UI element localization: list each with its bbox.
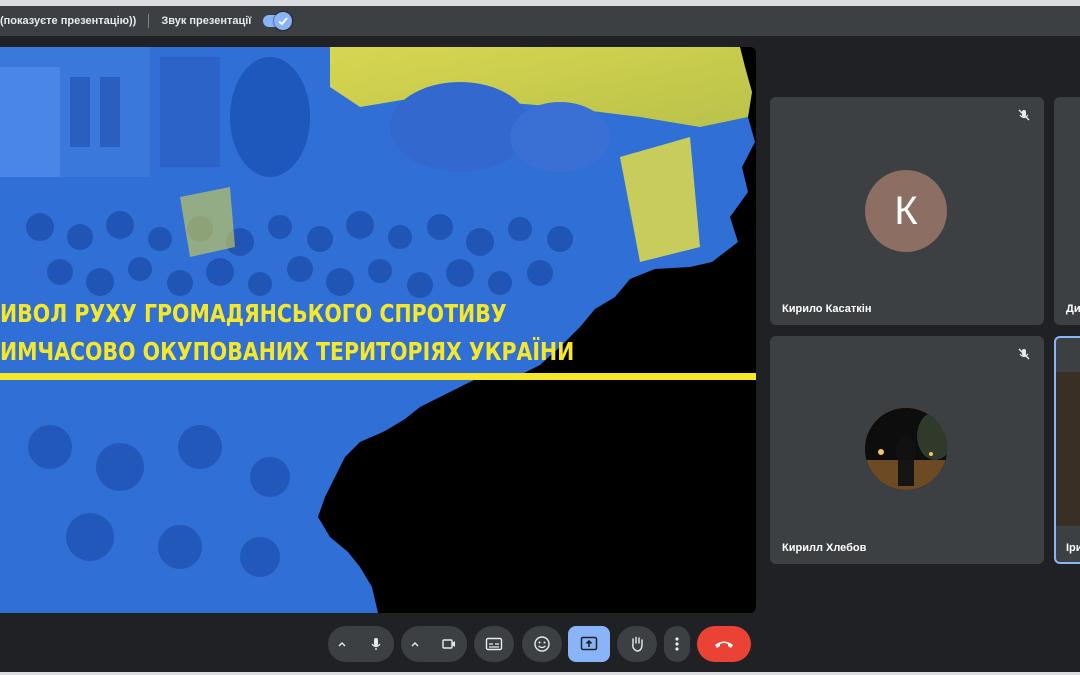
slide-title-line-1: ИВОЛ РУХУ ГРОМАДЯНСЬКОГО СПРОТИВУ	[0, 299, 507, 328]
participant-name: Іри	[1066, 542, 1080, 554]
presentation-bar: (показуєте презентацію)) Звук презентаці…	[0, 6, 1080, 36]
present-now-button[interactable]	[568, 626, 610, 662]
presentation-sound-toggle[interactable]	[263, 12, 293, 30]
participant-name: Кирилл Хлебов	[782, 542, 867, 554]
divider	[148, 14, 150, 28]
avatar	[865, 408, 947, 490]
participant-name: Кирило Касаткін	[782, 303, 872, 315]
camera-button[interactable]	[431, 626, 467, 662]
participant-name: Ди	[1066, 303, 1080, 315]
mic-options-button[interactable]	[328, 626, 356, 662]
mic-off-icon	[1014, 344, 1034, 364]
more-vert-icon	[675, 637, 679, 651]
mic-button[interactable]	[358, 626, 394, 662]
check-icon	[274, 12, 293, 30]
presenting-status: (показуєте презентацію))	[0, 15, 137, 27]
more-options-button[interactable]	[664, 626, 690, 662]
raise-hand-button[interactable]	[617, 626, 657, 662]
mic-control-group	[328, 626, 394, 662]
captions-button[interactable]	[474, 626, 514, 662]
participant-tile-active-speaker[interactable]: Іри	[1054, 336, 1080, 564]
camera-icon	[442, 639, 455, 649]
camera-control-group	[401, 626, 467, 662]
captions-icon	[485, 637, 503, 651]
mic-icon	[371, 638, 381, 650]
mic-off-icon	[1014, 105, 1034, 125]
chevron-up-icon	[338, 642, 346, 647]
presentation-sound-label: Звук презентації	[161, 15, 252, 27]
slide-image	[0, 47, 756, 613]
video-feed	[1056, 372, 1080, 526]
hand-icon	[632, 636, 643, 652]
leave-call-button[interactable]	[697, 626, 751, 662]
chevron-up-icon	[411, 642, 419, 647]
participant-tile[interactable]: К Кирило Касаткін	[770, 97, 1044, 325]
reactions-button[interactable]	[522, 626, 562, 662]
participant-tile[interactable]: Ди	[1054, 97, 1080, 325]
participant-tile[interactable]: Кирилл Хлебов	[770, 336, 1044, 564]
slide-title-line-2: ИМЧАСОВО ОКУПОВАНИХ ТЕРИТОРІЯХ УКРАЇНИ	[0, 337, 575, 366]
avatar: К	[865, 170, 947, 252]
camera-options-button[interactable]	[401, 626, 429, 662]
presentation-view: ИВОЛ РУХУ ГРОМАДЯНСЬКОГО СПРОТИВУ ИМЧАСО…	[0, 47, 756, 613]
emoji-icon	[534, 636, 550, 652]
present-icon	[580, 636, 598, 651]
phone-hangup-icon	[715, 641, 733, 648]
